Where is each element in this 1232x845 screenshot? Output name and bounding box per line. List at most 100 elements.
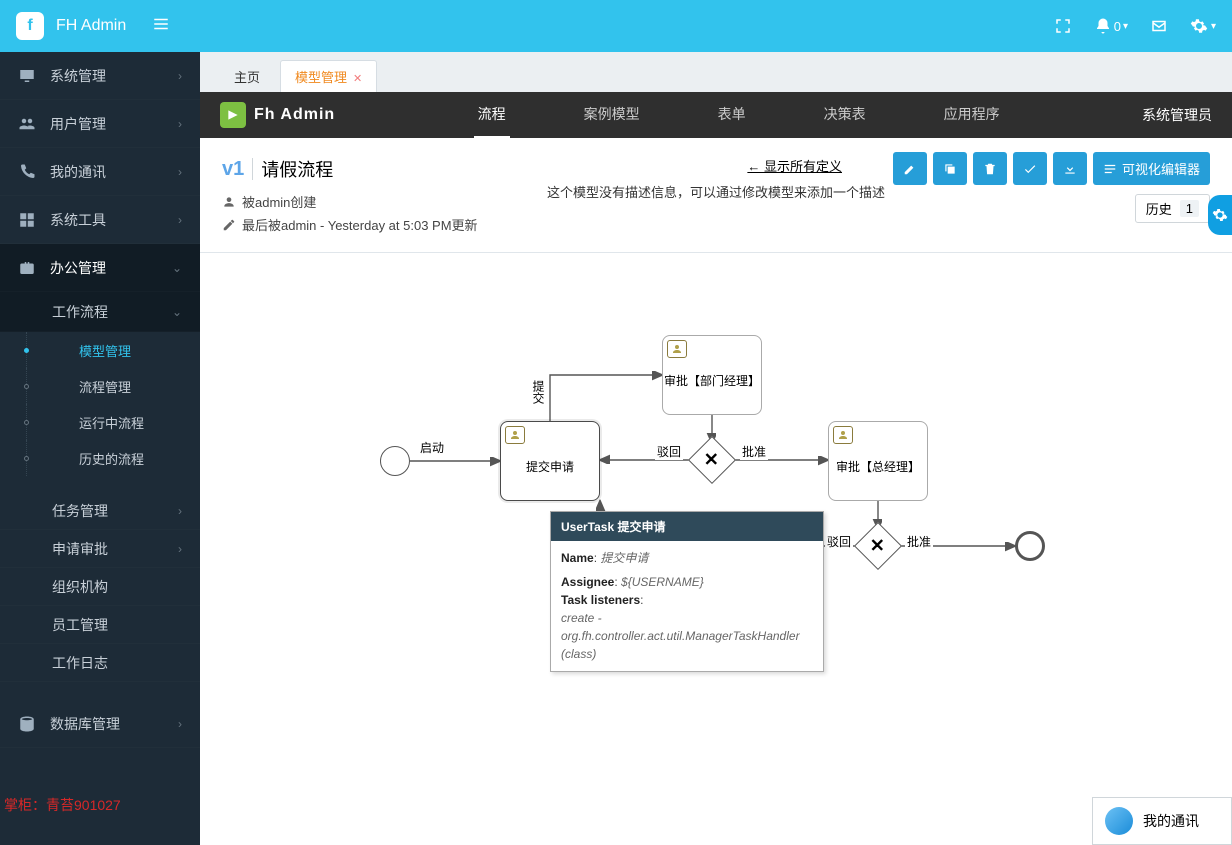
sidebar-item-label: 历史的流程 [79, 449, 144, 468]
gear-icon [1212, 207, 1228, 223]
app-tab-form[interactable]: 表单 [714, 92, 750, 138]
sidebar-item-database[interactable]: 数据库管理› [0, 700, 200, 748]
sidebar-item-office[interactable]: 办公管理⌄ [0, 244, 200, 292]
user-task-icon [667, 340, 687, 358]
tooltip-header: UserTask 提交申请 [551, 512, 823, 541]
app-tab-process[interactable]: 流程 [474, 92, 510, 138]
task-label: 提交申请 [501, 458, 599, 475]
download-button[interactable] [1053, 152, 1087, 185]
duplicate-button[interactable] [933, 152, 967, 185]
sidebar-sub-running[interactable]: 运行中流程 [26, 404, 200, 440]
download-icon [1063, 162, 1077, 176]
process-canvas[interactable]: 启动 提交申请 提交 审批【部门经理】 ✕ 驳回 批准 审批【总经理】 ✕ 驳回… [200, 253, 1232, 845]
sidebar-sub-history[interactable]: 历史的流程 [26, 440, 200, 476]
tooltip-name-value: 提交申请 [600, 551, 648, 565]
history-badge[interactable]: 历史1 [1135, 194, 1210, 223]
sidebar-sub-apply[interactable]: 申请审批› [0, 530, 200, 568]
sidebar-item-label: 办公管理 [50, 258, 158, 278]
task-label: 审批【部门经理】 [663, 372, 761, 389]
sidebar-item-label: 我的通讯 [50, 162, 164, 182]
user-task-icon [833, 426, 853, 444]
monitor-icon [18, 67, 36, 85]
phone-icon [18, 163, 36, 181]
sidebar-item-tools[interactable]: 系统工具› [0, 196, 200, 244]
notification-button[interactable]: 0 ▾ [1094, 17, 1128, 35]
main-content: 主页 模型管理✕ Fh Admin 流程 案例模型 表单 决策表 应用程序 系统… [200, 52, 1232, 845]
deploy-button[interactable] [1013, 152, 1047, 185]
sidebar-item-contacts[interactable]: 我的通讯› [0, 148, 200, 196]
user-icon [222, 195, 236, 209]
tooltip-name-label: Name [561, 551, 594, 565]
tab-label: 主页 [234, 70, 260, 85]
sidebar-item-label: 运行中流程 [79, 413, 144, 432]
menu-toggle-icon[interactable] [152, 15, 170, 38]
app-user-label[interactable]: 系统管理员 [1142, 105, 1212, 125]
sidebar-item-label: 工作日志 [52, 653, 182, 673]
sidebar-item-label: 任务管理 [52, 501, 164, 521]
notification-count: 0 [1114, 19, 1121, 34]
app-tab-decision[interactable]: 决策表 [820, 92, 870, 138]
editor-icon [1103, 162, 1117, 176]
delete-button[interactable] [973, 152, 1007, 185]
contact-widget[interactable]: 我的通讯 [1092, 797, 1232, 845]
sidebar-sub-tasks[interactable]: 任务管理› [0, 492, 200, 530]
sidebar-item-system[interactable]: 系统管理› [0, 52, 200, 100]
topbar: f FH Admin 0 ▾ ▾ [0, 0, 1232, 52]
app-tab-case[interactable]: 案例模型 [580, 92, 644, 138]
visual-editor-button[interactable]: 可视化编辑器 [1093, 152, 1210, 185]
model-description: 这个模型没有描述信息，可以通过修改模型来添加一个描述 [547, 182, 885, 201]
sidebar-sub-staff[interactable]: 员工管理 [0, 606, 200, 644]
tab-close-icon[interactable]: ✕ [353, 73, 362, 85]
task-submit[interactable]: 提交申请 [500, 421, 600, 501]
task-label: 审批【总经理】 [829, 458, 927, 475]
app-tab-app[interactable]: 应用程序 [940, 92, 1004, 138]
fullscreen-icon[interactable] [1054, 17, 1072, 35]
edge-label-submit: 提交 [528, 380, 549, 404]
sidebar-item-label: 系统管理 [50, 66, 164, 86]
tooltip-assignee-value: ${USERNAME} [621, 575, 704, 589]
sidebar-sub-model-mgmt[interactable]: 模型管理 [26, 332, 200, 368]
start-event[interactable] [380, 446, 410, 476]
edge-label-approve2: 批准 [905, 533, 933, 550]
sidebar-item-label: 申请审批 [52, 539, 164, 559]
task-dept-manager[interactable]: 审批【部门经理】 [662, 335, 762, 415]
tooltip-listeners-value: create - org.fh.controller.act.util.Mana… [561, 611, 800, 661]
sidebar-item-label: 流程管理 [79, 377, 131, 396]
edge-label-reject1: 驳回 [655, 443, 683, 460]
app-bar: Fh Admin 流程 案例模型 表单 决策表 应用程序 系统管理员 [200, 92, 1232, 138]
show-all-link[interactable]: ← 显示所有定义 [747, 156, 842, 175]
sidebar-sub-log[interactable]: 工作日志 [0, 644, 200, 682]
bell-icon [1094, 17, 1112, 35]
page-tabs: 主页 模型管理✕ [200, 52, 1232, 92]
tab-home[interactable]: 主页 [220, 61, 274, 92]
app-logo-icon [220, 102, 246, 128]
sidebar-item-label: 数据库管理 [50, 714, 164, 734]
model-detail-header: v1 请假流程 被admin创建 最后被admin - Yesterday at… [200, 138, 1232, 253]
task-general-manager[interactable]: 审批【总经理】 [828, 421, 928, 501]
briefcase-icon [18, 259, 36, 277]
edit-button[interactable] [893, 152, 927, 185]
sidebar-item-label: 员工管理 [52, 615, 182, 635]
tab-model-mgmt[interactable]: 模型管理✕ [280, 60, 377, 92]
contact-label: 我的通讯 [1143, 811, 1199, 831]
button-label: 可视化编辑器 [1122, 159, 1200, 178]
topbar-left: f FH Admin [16, 12, 170, 40]
side-settings-tab[interactable] [1208, 195, 1232, 235]
app-tabs: 流程 案例模型 表单 决策表 应用程序 [335, 92, 1142, 138]
sidebar-sub-process-mgmt[interactable]: 流程管理 [26, 368, 200, 404]
sidebar-sub-org[interactable]: 组织机构 [0, 568, 200, 606]
sidebar-sub-workflow[interactable]: 工作流程⌄ [0, 292, 200, 332]
end-event[interactable] [1015, 531, 1045, 561]
settings-menu[interactable]: ▾ [1190, 17, 1216, 35]
model-version: v1 [222, 158, 244, 181]
sidebar: 系统管理› 用户管理› 我的通讯› 系统工具› 办公管理⌄ 工作流程⌄ 模型管理… [0, 52, 200, 845]
sidebar-item-label: 模型管理 [79, 341, 131, 360]
app-logo-text: Fh Admin [254, 106, 335, 124]
sidebar-item-label: 工作流程 [52, 302, 158, 322]
history-count: 1 [1180, 200, 1199, 217]
grid-icon [18, 211, 36, 229]
sidebar-item-users[interactable]: 用户管理› [0, 100, 200, 148]
mail-icon[interactable] [1150, 17, 1168, 35]
app-logo: Fh Admin [220, 102, 335, 128]
edge-label-approve1: 批准 [740, 443, 768, 460]
